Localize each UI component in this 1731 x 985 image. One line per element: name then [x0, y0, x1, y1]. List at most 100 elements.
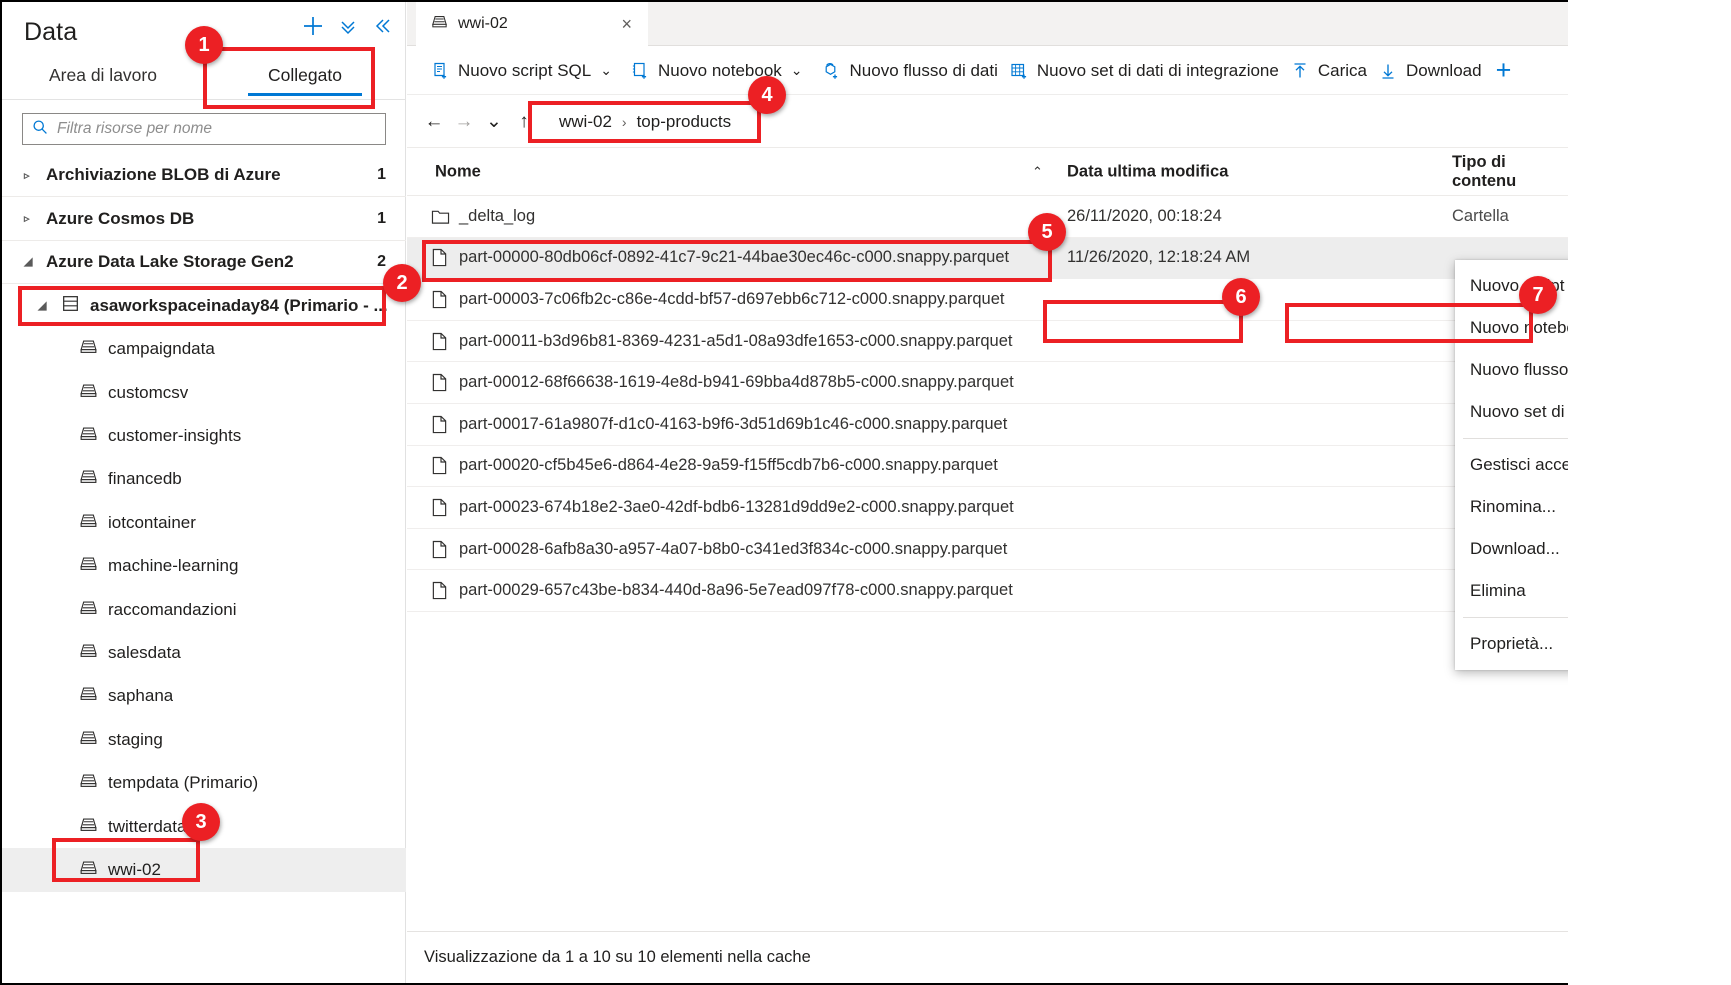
tree-item-label: wwi-02 — [108, 859, 161, 879]
file-name: part-00011-b3d96b81-8369-4231-a5d1-08a93… — [459, 331, 1013, 350]
table-row[interactable]: part-00011-b3d96b81-8369-4231-a5d1-08a93… — [407, 321, 1568, 363]
tab-linked[interactable]: Collegato — [204, 52, 406, 99]
tab-workspace[interactable]: Area di lavoro — [2, 52, 204, 99]
upload-button[interactable]: Carica — [1287, 53, 1370, 89]
tree-item-label: raccomandazioni — [108, 599, 237, 619]
tree-item-label: customcsv — [108, 382, 189, 402]
tree-item-machine-learning[interactable]: machine-learning — [2, 545, 406, 588]
tree-item-label: asaworkspaceinaday84 (Primario - ... — [90, 295, 388, 315]
menu-item-nuovo-set-di-dati-di-integ[interactable]: Nuovo set di dati di integ... — [1455, 391, 1568, 433]
container-icon — [78, 597, 99, 623]
file-modified-date: 26/11/2020, 00:18:24 — [1067, 206, 1222, 225]
menu-item-nuovo-notebook[interactable]: Nuovo notebook› — [1455, 307, 1568, 349]
table-row[interactable]: part-00029-657c43be-b834-440d-8a96-5e7ea… — [407, 570, 1568, 612]
sql-script-icon — [430, 61, 450, 81]
forward-icon[interactable]: → — [449, 111, 479, 133]
table-row[interactable]: _delta_log 26/11/2020, 00:18:24 Cartella — [407, 196, 1568, 238]
menu-item-nuovo-flusso-di-dati[interactable]: Nuovo flusso di dati — [1455, 349, 1568, 391]
chevron-collapsed-icon[interactable]: ▹ — [24, 169, 46, 182]
back-icon[interactable]: ← — [419, 111, 449, 133]
filter-box[interactable] — [22, 113, 386, 145]
upload-label: Carica — [1317, 60, 1367, 80]
tree-item-campaigndata[interactable]: campaigndata — [2, 328, 406, 371]
status-text: Visualizzazione da 1 a 10 su 10 elementi… — [424, 948, 811, 966]
tree-item-financedb[interactable]: financedb — [2, 458, 406, 501]
folder-icon — [431, 208, 450, 225]
new-notebook-button[interactable]: Nuovo notebook ⌄ — [627, 53, 813, 89]
search-input[interactable] — [57, 120, 385, 138]
tree-item-azure-cosmos-db[interactable]: ▹ Azure Cosmos DB 1 — [2, 197, 406, 241]
menu-item-propriet[interactable]: Proprietà... — [1455, 623, 1568, 665]
callout-badge-5: 5 — [1028, 213, 1066, 251]
tree-item-archiviazione-blob-di-azure[interactable]: ▹ Archiviazione BLOB di Azure 1 — [2, 154, 406, 198]
document-tab-wwi-02[interactable]: wwi-02 × — [416, 2, 648, 46]
container-icon — [78, 727, 99, 753]
new-dataflow-button[interactable]: Nuovo flusso di dati — [818, 53, 1001, 89]
table-row[interactable]: part-00000-80db06cf-0892-41c7-9c21-44bae… — [407, 237, 1568, 280]
table-row[interactable]: part-00023-674b18e2-3ae0-42df-bdb6-13281… — [407, 487, 1568, 529]
tree-item-customcsv[interactable]: customcsv — [2, 371, 406, 414]
new-integration-dataset-button[interactable]: Nuovo set di dati di integrazione — [1006, 53, 1282, 89]
tree-item-iotcontainer[interactable]: iotcontainer — [2, 501, 406, 544]
file-icon — [431, 290, 448, 309]
status-bar: Visualizzazione da 1 a 10 su 10 elementi… — [407, 931, 1568, 983]
chevron-expanded-icon[interactable]: ◢ — [38, 299, 60, 312]
menu-item-download[interactable]: Download... — [1455, 528, 1568, 570]
breadcrumb-item-folder[interactable]: top-products — [637, 112, 732, 132]
tree-item-salesdata[interactable]: salesdata — [2, 631, 406, 674]
tree-item-tempdata-primario[interactable]: tempdata (Primario) — [2, 761, 406, 804]
command-bar: Nuovo script SQL ⌄ Nuovo notebook ⌄ Nuov… — [407, 47, 1568, 95]
column-header-modified[interactable]: Data ultima modifica — [1067, 163, 1228, 182]
tree-item-raccomandazioni[interactable]: raccomandazioni — [2, 588, 406, 631]
column-header-name[interactable]: Nome — [435, 163, 481, 182]
menu-item-elimina[interactable]: Elimina — [1455, 570, 1568, 612]
table-row[interactable]: part-00020-cf5b45e6-d864-4e28-9a59-f15ff… — [407, 446, 1568, 488]
file-icon — [431, 373, 448, 392]
tree-item-wwi-02[interactable]: wwi-02 — [2, 848, 406, 892]
breadcrumb-separator: › — [621, 113, 627, 130]
tree-item-customer-insights[interactable]: customer-insights — [2, 414, 406, 457]
file-table: _delta_log 26/11/2020, 00:18:24 Cartella pa… — [407, 196, 1568, 612]
tree-item-label: Archiviazione BLOB di Azure — [46, 165, 281, 185]
tree-item-azure-data-lake-storage-gen2[interactable]: ◢ Azure Data Lake Storage Gen2 2 — [2, 241, 406, 285]
table-row[interactable]: part-00003-7c06fb2c-c86e-4cdd-bf57-d697e… — [407, 279, 1568, 321]
history-dropdown-icon[interactable]: ⌄ — [479, 110, 509, 133]
container-icon — [78, 857, 99, 883]
file-icon — [431, 581, 448, 600]
chevron-down-icon[interactable]: ⌄ — [600, 62, 612, 79]
tree-item-saphana[interactable]: saphana — [2, 675, 406, 718]
download-button[interactable]: Download — [1375, 53, 1485, 89]
sort-ascending-icon[interactable]: ⌃ — [1032, 164, 1043, 180]
close-icon[interactable]: × — [617, 13, 636, 35]
file-name: part-00029-657c43be-b834-440d-8a96-5e7ea… — [459, 581, 1013, 600]
up-icon[interactable]: ↑ — [509, 111, 539, 133]
tree-item-asaworkspaceinaday84-primario[interactable]: ◢ asaworkspaceinaday84 (Primario - ... — [2, 284, 406, 327]
file-name: part-00020-cf5b45e6-d864-4e28-9a59-f15ff… — [459, 456, 998, 475]
storage-account-icon — [60, 293, 81, 319]
menu-item-rinomina[interactable]: Rinomina... — [1455, 486, 1568, 528]
collapse-panel-icon[interactable] — [372, 16, 392, 40]
table-row[interactable]: part-00017-61a9807f-d1c0-4163-b9f6-3d51d… — [407, 404, 1568, 446]
new-sql-script-button[interactable]: Nuovo script SQL ⌄ — [427, 53, 622, 89]
table-row[interactable]: part-00012-68f66638-1619-4e8d-b941-69bba… — [407, 362, 1568, 404]
column-header-type[interactable]: Tipo di contenu — [1452, 153, 1568, 191]
container-icon — [78, 336, 99, 362]
callout-badge-2: 2 — [383, 264, 421, 302]
more-commands-icon[interactable]: + — [1496, 55, 1512, 86]
chevron-down-icon[interactable]: ⌄ — [791, 62, 803, 79]
chevron-collapsed-icon[interactable]: ▹ — [24, 212, 46, 225]
container-icon — [430, 12, 449, 36]
tree-item-count: 1 — [377, 166, 386, 184]
breadcrumb-item-root[interactable]: wwi-02 — [559, 112, 612, 132]
chevron-expanded-icon[interactable]: ◢ — [24, 255, 46, 268]
menu-item-gestisci-accesso[interactable]: Gestisci accesso... — [1455, 444, 1568, 486]
table-row[interactable]: part-00028-6afb8a30-a957-4a07-b8b0-c341e… — [407, 529, 1568, 571]
search-icon — [23, 119, 57, 139]
new-sql-script-label: Nuovo script SQL — [458, 60, 592, 80]
add-icon[interactable] — [302, 15, 324, 41]
file-name: part-00000-80db06cf-0892-41c7-9c21-44bae… — [459, 248, 1010, 267]
new-integration-dataset-label: Nuovo set di dati di integrazione — [1036, 60, 1279, 80]
tree-item-staging[interactable]: staging — [2, 718, 406, 761]
chevron-double-down-icon[interactable] — [338, 16, 358, 40]
menu-item-label: Download... — [1470, 539, 1560, 558]
